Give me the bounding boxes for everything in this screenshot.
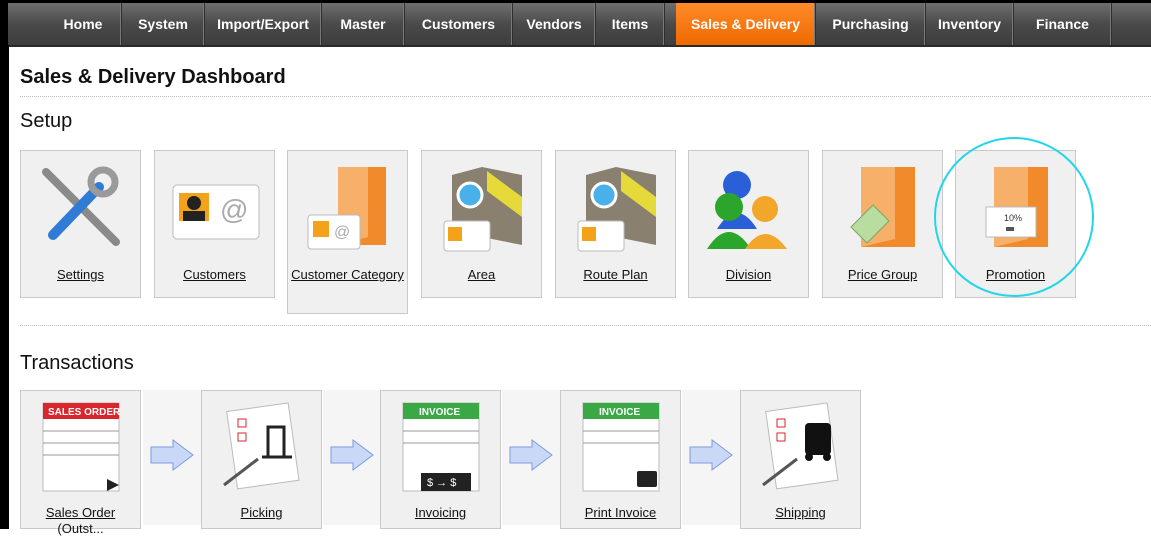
route-plan-label: Route Plan xyxy=(583,267,648,282)
sales-order-sublabel: (Outst... xyxy=(57,521,104,536)
sales-order-icon: SALES ORDER xyxy=(42,402,121,492)
area-tile[interactable]: Area xyxy=(421,150,542,298)
print-invoice-icon: INVOICE xyxy=(582,402,660,492)
content-left-border xyxy=(8,45,9,529)
flow-arrow-4 xyxy=(682,390,740,525)
nav-sales-delivery[interactable]: Sales & Delivery xyxy=(676,3,816,45)
nav-purchasing[interactable]: Purchasing xyxy=(816,3,926,45)
area-label: Area xyxy=(467,267,496,282)
invoicing-tile[interactable]: INVOICE $ → $ Invoicing xyxy=(380,390,501,529)
nav-inventory[interactable]: Inventory xyxy=(926,3,1014,45)
shipping-tile[interactable]: Shipping xyxy=(740,390,861,529)
customer-folder-icon: @ xyxy=(307,167,386,250)
picking-label: Picking xyxy=(240,505,283,520)
print-invoice-label: Print Invoice xyxy=(584,505,657,520)
nav-finance[interactable]: Finance xyxy=(1014,3,1112,45)
price-tag-folder-icon xyxy=(850,167,915,247)
promotion-highlight-circle xyxy=(934,137,1094,297)
wrench-screwdriver-icon xyxy=(42,166,120,246)
sales-order-badge: SALES ORDER xyxy=(48,407,121,418)
customers-label: Customers xyxy=(183,267,246,282)
print-invoice-badge: INVOICE xyxy=(599,407,640,418)
truck-checklist-icon xyxy=(762,402,839,490)
invoicing-label: Invoicing xyxy=(414,505,467,520)
print-invoice-tile[interactable]: INVOICE Print Invoice xyxy=(560,390,681,529)
svg-text:@: @ xyxy=(220,194,248,225)
main-nav: Home System Import/Export Master Custome… xyxy=(8,3,1151,47)
flow-arrow-3 xyxy=(502,390,560,525)
division-label: Division xyxy=(725,267,772,282)
right-arrow-icon xyxy=(330,439,374,471)
transactions-heading: Transactions xyxy=(20,352,134,374)
nav-customers[interactable]: Customers xyxy=(405,3,513,45)
flow-arrow-1 xyxy=(143,390,201,525)
sales-order-tile[interactable]: SALES ORDER Sales Order (Outst... xyxy=(20,390,141,536)
svg-text:@: @ xyxy=(334,224,350,241)
address-card-icon: @ xyxy=(172,184,260,240)
setup-heading: Setup xyxy=(20,110,73,132)
right-arrow-icon xyxy=(509,439,553,471)
title-divider xyxy=(20,96,1151,97)
window-left-edge xyxy=(0,0,8,529)
picking-tile[interactable]: Picking xyxy=(201,390,322,529)
setup-divider xyxy=(20,325,1151,326)
settings-label: Settings xyxy=(57,267,104,282)
shipping-label: Shipping xyxy=(775,505,826,520)
nav-master[interactable]: Master xyxy=(322,3,405,45)
nav-items[interactable]: Items xyxy=(596,3,665,45)
right-arrow-icon xyxy=(150,439,194,471)
right-arrow-icon xyxy=(689,439,733,471)
price-group-label: Price Group xyxy=(847,267,918,282)
settings-tile[interactable]: Settings xyxy=(20,150,141,298)
flow-arrow-2 xyxy=(323,390,381,525)
invoice-icon: INVOICE $ → $ xyxy=(402,402,480,492)
price-group-tile[interactable]: Price Group xyxy=(822,150,943,298)
page-title: Sales & Delivery Dashboard xyxy=(20,66,286,88)
svg-text:$ → $: $ → $ xyxy=(427,477,456,489)
nav-home[interactable]: Home xyxy=(45,3,122,45)
invoicing-badge: INVOICE xyxy=(419,407,460,418)
customer-category-tile[interactable]: @ Customer Category xyxy=(287,150,408,314)
customer-category-label: Customer Category xyxy=(291,267,404,282)
customers-tile[interactable]: @ Customers xyxy=(154,150,275,298)
division-tile[interactable]: Division xyxy=(688,150,809,298)
forklift-checklist-icon xyxy=(223,402,300,490)
nav-system[interactable]: System xyxy=(122,3,205,45)
nav-import-export[interactable]: Import/Export xyxy=(205,3,322,45)
route-map-icon xyxy=(577,167,656,252)
route-plan-tile[interactable]: Route Plan xyxy=(555,150,676,298)
people-group-icon xyxy=(707,171,787,249)
nav-vendors[interactable]: Vendors xyxy=(513,3,596,45)
sales-order-label: Sales Order xyxy=(45,505,116,520)
area-map-icon xyxy=(443,167,522,252)
